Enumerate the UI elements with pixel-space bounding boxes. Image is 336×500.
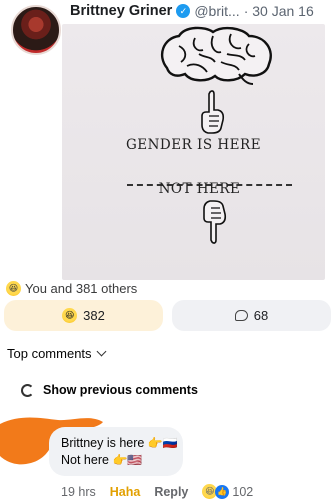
chevron-down-icon — [96, 346, 106, 357]
haha-reaction-icon: 😆 — [6, 281, 21, 296]
image-text-bottom: NOT HERE — [158, 181, 241, 197]
pointing-up-hand-icon — [201, 90, 225, 134]
reactions-summary-text: You and 381 others — [25, 281, 138, 296]
author-name[interactable]: Brittney Griner — [70, 3, 172, 19]
reactions-button[interactable]: 😆 382 — [4, 300, 163, 331]
comments-button[interactable]: 68 — [172, 300, 331, 331]
comment-line-2: Not here 👉🇺🇸 — [61, 452, 171, 469]
comment-meta: 19 hrs Haha Reply 😆 👍 102 — [61, 484, 253, 499]
top-comments-dropdown[interactable]: Top comments — [7, 346, 106, 361]
verified-icon: ✓ — [176, 4, 191, 18]
russia-flag-icon: 🇷🇺 — [162, 436, 178, 450]
comment-line-1: Brittney is here 👉🇷🇺 — [61, 435, 178, 452]
reactions-count: 382 — [83, 308, 105, 323]
haha-reaction-link[interactable]: Haha — [110, 485, 141, 499]
author-row: Brittney Griner ✓ @brit... · 30 Jan 16 — [70, 3, 314, 19]
pointing-hand-icon: 👉 — [112, 453, 128, 467]
like-icon: 👍 — [215, 484, 230, 499]
haha-icon: 😆 — [62, 308, 78, 323]
post-image[interactable]: GENDER IS HERE NOT HERE — [62, 24, 325, 280]
comments-count: 68 — [253, 308, 269, 323]
show-previous-label: Show previous comments — [43, 383, 198, 397]
refresh-icon — [21, 383, 34, 397]
us-flag-icon: 🇺🇸 — [127, 453, 143, 467]
comment-reaction-count: 102 — [232, 484, 254, 499]
show-previous-comments-button[interactable]: Show previous comments — [21, 383, 198, 397]
image-text-top: GENDER IS HERE — [125, 137, 262, 153]
comment-text-1: Brittney is here — [61, 436, 145, 450]
comment-bubble[interactable]: Brittney is here 👉🇷🇺 Not here 👉🇺🇸 — [49, 427, 183, 476]
brain-icon — [160, 26, 272, 85]
pointing-down-hand-icon — [203, 200, 227, 244]
author-avatar[interactable] — [11, 5, 61, 55]
comment-text-2: Not here — [61, 453, 109, 467]
top-comments-label: Top comments — [7, 346, 92, 361]
reactions-summary[interactable]: 😆 You and 381 others — [6, 281, 137, 296]
comment-bubble-icon — [234, 310, 248, 321]
pointing-hand-icon: 👉 — [147, 436, 163, 450]
post-date[interactable]: · 30 Jan 16 — [244, 3, 314, 19]
comment-reactions[interactable]: 😆 👍 102 — [202, 484, 253, 499]
reply-link[interactable]: Reply — [154, 485, 188, 499]
comment-time[interactable]: 19 hrs — [61, 485, 96, 499]
author-handle[interactable]: @brit... — [194, 3, 239, 19]
